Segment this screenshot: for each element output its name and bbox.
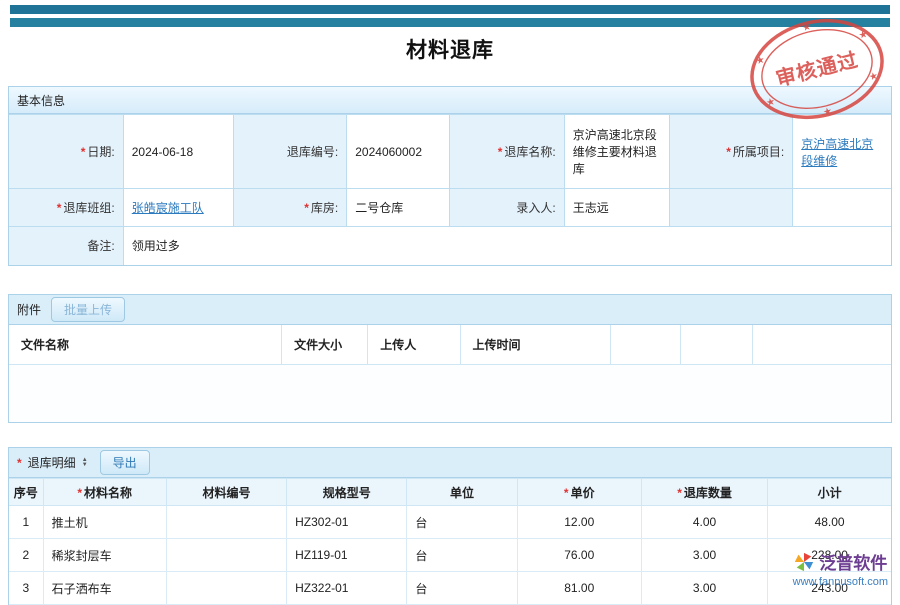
details-section: * 退库明细 ▲ ▼ 导出 序号 *材料名称 材料编号 规格型号 单位 *单价 … [8,447,892,605]
required-marker: * [57,201,62,215]
col-unit: 单位 [407,479,517,506]
details-title: 退库明细 [28,454,76,471]
attachments-header: 附件 批量上传 [9,295,891,325]
col-subtotal: 小计 [768,479,891,506]
basic-info-row-2: *退库班组: 张皓宸施工队 *库房: 二号仓库 录入人: 王志远 [9,189,891,227]
required-marker: * [17,456,22,470]
attachments-empty-body [9,365,891,422]
empty-value [793,189,891,227]
col-material-name: *材料名称 [43,479,166,506]
fanpu-pinwheel-icon [793,551,815,573]
cell-material-code [166,539,286,572]
required-marker: * [81,145,86,159]
project-link[interactable]: 京沪高速北京段维修 [801,137,873,168]
table-row: 1 推土机 HZ302-01 台 12.00 4.00 48.00 [9,506,891,539]
cell-subtotal: 48.00 [768,506,891,539]
col-empty-2 [680,325,752,365]
empty-label [669,189,792,227]
top-bar-2 [10,18,890,27]
required-marker: * [498,145,503,159]
details-table: 序号 *材料名称 材料编号 规格型号 单位 *单价 *退库数量 小计 1 推土机… [9,478,891,605]
cell-unit-price: 12.00 [517,506,641,539]
required-marker: * [726,145,731,159]
cell-return-qty: 4.00 [641,506,767,539]
batch-upload-button[interactable]: 批量上传 [51,297,125,322]
col-return-qty: *退库数量 [641,479,767,506]
required-marker: * [304,201,309,215]
col-uploader: 上传人 [368,325,460,365]
team-label: *退库班组: [9,189,123,227]
col-file-size: 文件大小 [282,325,368,365]
cell-material-name: 推土机 [43,506,166,539]
sort-icon[interactable]: ▲ ▼ [82,458,88,468]
basic-info-row-1: *日期: 2024-06-18 退库编号: 2024060002 *退库名称: … [9,115,891,189]
basic-info-header: 基本信息 [9,87,891,114]
recorder-label: 录入人: [450,189,564,227]
brand-logo: 泛普软件 www.fanpusoft.com [793,549,888,588]
cell-spec-model: HZ302-01 [287,506,407,539]
project-value: 京沪高速北京段维修 [793,115,891,189]
table-row: 2 稀浆封层车 HZ119-01 台 76.00 3.00 228.00 [9,539,891,572]
col-unit-price: *单价 [517,479,641,506]
cell-unit: 台 [407,506,517,539]
col-material-code: 材料编号 [166,479,286,506]
team-value: 张皓宸施工队 [123,189,233,227]
project-label: *所属项目: [669,115,792,189]
cell-unit: 台 [407,539,517,572]
basic-info-title: 基本信息 [17,92,65,109]
basic-info-table: *日期: 2024-06-18 退库编号: 2024060002 *退库名称: … [9,114,891,265]
export-button[interactable]: 导出 [100,450,150,475]
col-upload-time: 上传时间 [460,325,610,365]
sort-down-icon: ▼ [82,463,88,468]
brand-url: www.fanpusoft.com [793,576,888,588]
warehouse-label: *库房: [234,189,347,227]
basic-info-row-3: 备注: 领用过多 [9,227,891,265]
page: 材料退库 基本信息 *日期: 2024-06-18 退库编号: 20240600… [0,5,900,605]
cell-return-qty: 3.00 [641,539,767,572]
col-empty-3 [753,325,891,365]
col-empty-1 [610,325,680,365]
col-spec-model: 规格型号 [287,479,407,506]
remark-value: 领用过多 [123,227,891,265]
attachments-header-row: 文件名称 文件大小 上传人 上传时间 [9,325,891,365]
attachments-title: 附件 [17,301,41,318]
return-name-value: 京沪高速北京段维修主要材料退库 [564,115,669,189]
return-name-label: *退库名称: [450,115,564,189]
cell-material-name: 稀浆封层车 [43,539,166,572]
cell-seq: 1 [9,506,43,539]
col-file-name: 文件名称 [9,325,282,365]
details-header: * 退库明细 ▲ ▼ 导出 [9,448,891,478]
date-value: 2024-06-18 [123,115,233,189]
team-link[interactable]: 张皓宸施工队 [132,201,204,215]
cell-spec-model: HZ119-01 [287,539,407,572]
cell-seq: 2 [9,539,43,572]
date-label: *日期: [9,115,123,189]
attachments-section: 附件 批量上传 文件名称 文件大小 上传人 上传时间 [8,294,892,424]
recorder-value: 王志远 [564,189,669,227]
brand-name: 泛普软件 [819,549,887,574]
attachments-table: 文件名称 文件大小 上传人 上传时间 [9,325,891,366]
remark-label: 备注: [9,227,123,265]
return-no-value: 2024060002 [347,115,450,189]
details-header-row: 序号 *材料名称 材料编号 规格型号 单位 *单价 *退库数量 小计 [9,479,891,506]
page-title: 材料退库 [8,34,892,64]
warehouse-value: 二号仓库 [347,189,450,227]
cell-unit-price: 76.00 [517,539,641,572]
col-seq: 序号 [9,479,43,506]
return-no-label: 退库编号: [234,115,347,189]
top-bar-1 [10,5,890,14]
basic-info-section: 基本信息 *日期: 2024-06-18 退库编号: 2024060002 *退… [8,86,892,266]
cell-material-code [166,506,286,539]
